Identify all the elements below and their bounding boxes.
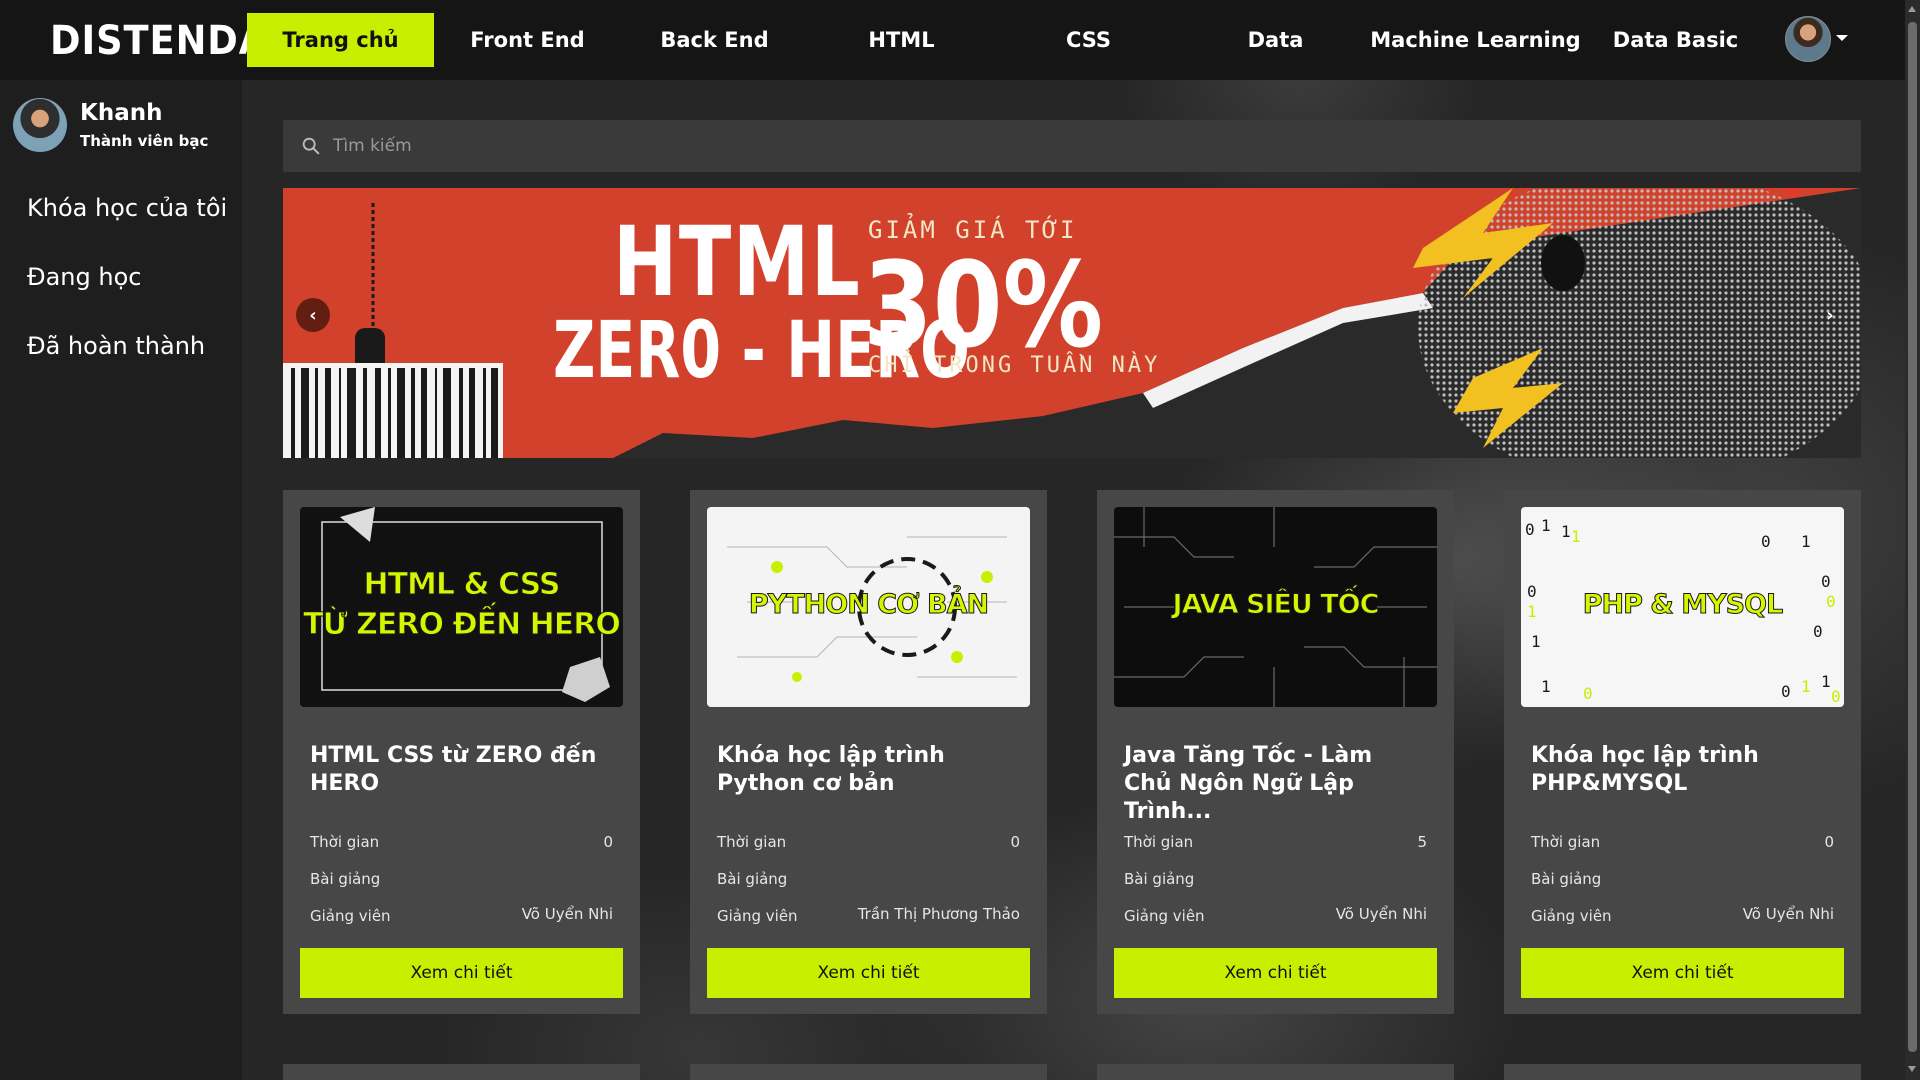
- course-card: HTML & CSS TỪ ZERO ĐẾN HERO HTML CSS từ …: [283, 490, 640, 1014]
- search-input[interactable]: [333, 120, 1833, 172]
- lessons-label: Bài giảng: [1124, 870, 1195, 888]
- promo-banner: HTML ZER0 - HERO GIẢM GIÁ TỚI 30% CHỈ TR…: [283, 188, 1861, 458]
- course-title[interactable]: Khóa học lập trình Python cơ bản: [717, 742, 1017, 798]
- svg-text:0: 0: [1583, 684, 1593, 703]
- course-title[interactable]: Java Tăng Tốc - Làm Chủ Ngôn Ngữ Lập Trì…: [1124, 742, 1424, 826]
- time-label: Thời gian: [1124, 833, 1194, 851]
- view-detail-button[interactable]: Xem chi tiết: [707, 948, 1030, 998]
- user-rank: Thành viên bạc: [80, 132, 209, 150]
- svg-text:0: 0: [1813, 622, 1823, 641]
- svg-text:1: 1: [1821, 672, 1831, 691]
- svg-text:1: 1: [1541, 677, 1551, 696]
- svg-text:0: 0: [1781, 682, 1791, 701]
- time-label: Thời gian: [310, 833, 380, 851]
- time-label: Thời gian: [717, 833, 787, 851]
- time-value: 0: [1824, 833, 1834, 851]
- teacher-value: Võ Uyển Nhi: [1335, 905, 1427, 923]
- course-card-partial: [1504, 1064, 1861, 1080]
- nav-item-data-basic[interactable]: Data Basic: [1582, 13, 1769, 67]
- course-thumbnail[interactable]: 011 011 100 100 110 010 PHP & MYSQL: [1521, 507, 1844, 707]
- scrollbar-thumb[interactable]: [1908, 22, 1917, 1052]
- teacher-label: Giảng viên: [310, 907, 391, 925]
- svg-text:1: 1: [1801, 532, 1811, 551]
- search-bar: [283, 120, 1861, 172]
- banner-next-button[interactable]: ›: [1813, 298, 1847, 332]
- course-card: 011 011 100 100 110 010 PHP & MYSQL Khóa…: [1504, 490, 1861, 1014]
- course-card-partial: [1097, 1064, 1454, 1080]
- chevron-left-icon: ‹: [309, 304, 317, 326]
- nav-item-front-end[interactable]: Front End: [434, 13, 621, 67]
- view-detail-button[interactable]: Xem chi tiết: [1114, 948, 1437, 998]
- banner-promo-bottom: CHỈ TRONG TUẦN NÀY: [868, 353, 1161, 378]
- svg-text:0: 0: [1761, 532, 1771, 551]
- time-label: Thời gian: [1531, 833, 1601, 851]
- teacher-value: Võ Uyển Nhi: [521, 905, 613, 923]
- sidebar: Khanh Thành viên bạc Khóa học của tôi Đa…: [0, 80, 242, 1080]
- teacher-value: Võ Uyển Nhi: [1742, 905, 1834, 923]
- thumbnail-title: PYTHON CƠ BẢN: [748, 589, 989, 621]
- course-card: PYTHON CƠ BẢN Khóa học lập trình Python …: [690, 490, 1047, 1014]
- brand-logo[interactable]: DISTENDA: [50, 18, 268, 64]
- nav-item-home[interactable]: Trang chủ: [247, 13, 434, 67]
- teacher-label: Giảng viên: [1124, 907, 1205, 925]
- user-name: Khanh: [80, 100, 163, 126]
- lessons-label: Bài giảng: [1531, 870, 1602, 888]
- banner-prev-button[interactable]: ‹: [296, 298, 330, 332]
- course-card: JAVA SIÊU TỐC Java Tăng Tốc - Làm Chủ Ng…: [1097, 490, 1454, 1014]
- nav-item-back-end[interactable]: Back End: [621, 13, 808, 67]
- scroll-down-icon[interactable]: [1908, 1066, 1916, 1072]
- teacher-value: Trần Thị Phương Thảo: [857, 905, 1020, 923]
- svg-text:0: 0: [1525, 520, 1535, 539]
- time-value: 0: [603, 833, 613, 851]
- lessons-label: Bài giảng: [310, 870, 381, 888]
- time-value: 5: [1417, 833, 1427, 851]
- course-card-partial: [690, 1064, 1047, 1080]
- chevron-right-icon: ›: [1826, 304, 1834, 326]
- lessons-label: Bài giảng: [717, 870, 788, 888]
- nav-item-data[interactable]: Data: [1182, 13, 1369, 67]
- teacher-label: Giảng viên: [1531, 907, 1612, 925]
- svg-text:1: 1: [1801, 677, 1811, 696]
- view-detail-button[interactable]: Xem chi tiết: [300, 948, 623, 998]
- time-value: 0: [1010, 833, 1020, 851]
- teacher-label: Giảng viên: [717, 907, 798, 925]
- svg-text:1: 1: [1541, 516, 1551, 535]
- nav-item-machine-learning[interactable]: Machine Learning: [1369, 13, 1582, 67]
- sidebar-item-my-courses[interactable]: Khóa học của tôi: [27, 194, 227, 222]
- top-navbar: DISTENDA Trang chủ Front End Back End HT…: [0, 0, 1905, 80]
- sidebar-item-completed[interactable]: Đã hoàn thành: [27, 332, 205, 360]
- svg-text:1: 1: [1571, 527, 1581, 546]
- course-title[interactable]: Khóa học lập trình PHP&MYSQL: [1531, 742, 1831, 798]
- svg-text:1: 1: [1561, 522, 1571, 541]
- scroll-up-icon[interactable]: [1908, 6, 1916, 12]
- course-card-partial: [283, 1064, 640, 1080]
- caret-down-icon[interactable]: [1836, 35, 1848, 41]
- banner-headline: HTML: [613, 206, 862, 318]
- user-avatar[interactable]: [1785, 16, 1831, 62]
- nav-item-html[interactable]: HTML: [808, 13, 995, 67]
- thumbnail-title: HTML & CSS: [363, 567, 561, 603]
- course-thumbnail[interactable]: PYTHON CƠ BẢN: [707, 507, 1030, 707]
- search-icon: [302, 137, 320, 155]
- course-thumbnail[interactable]: JAVA SIÊU TỐC: [1114, 507, 1437, 707]
- avatar: [13, 98, 67, 152]
- thumbnail-subtitle: TỪ ZERO ĐẾN HERO: [303, 607, 622, 643]
- sidebar-item-in-progress[interactable]: Đang học: [27, 263, 141, 291]
- svg-text:1: 1: [1531, 632, 1541, 651]
- view-detail-button[interactable]: Xem chi tiết: [1521, 948, 1844, 998]
- nav-item-css[interactable]: CSS: [995, 13, 1182, 67]
- course-title[interactable]: HTML CSS từ ZERO đến HERO: [310, 742, 610, 798]
- course-thumbnail[interactable]: HTML & CSS TỪ ZERO ĐẾN HERO: [300, 507, 623, 707]
- thumbnail-title: PHP & MYSQL: [1582, 589, 1784, 621]
- svg-text:0: 0: [1831, 687, 1841, 706]
- thumbnail-title: JAVA SIÊU TỐC: [1172, 589, 1380, 621]
